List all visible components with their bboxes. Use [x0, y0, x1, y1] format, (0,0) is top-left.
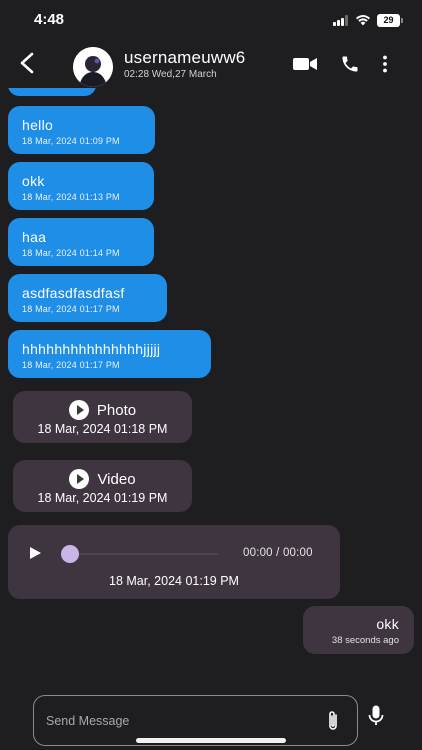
play-icon[interactable] — [68, 400, 89, 420]
contact-username: usernameuww6 — [124, 48, 246, 67]
message-time: 18 Mar, 2024 01:17 PM — [22, 304, 120, 314]
message-bubble[interactable]: asdfasdfasdfasf 18 Mar, 2024 01:17 PM — [8, 274, 167, 322]
message-bubble[interactable]: hhhhhhhhhhhhhhhjjjjj 18 Mar, 2024 01:17 … — [8, 330, 211, 378]
battery-level: 29 — [377, 14, 400, 27]
cellular-signal-icon — [333, 15, 350, 26]
status-time: 4:48 — [34, 11, 65, 28]
message-bubble[interactable]: hello 18 Mar, 2024 01:09 PM — [8, 106, 155, 154]
photo-message[interactable]: Photo 18 Mar, 2024 01:18 PM — [13, 391, 192, 443]
play-icon[interactable] — [69, 469, 90, 489]
message-text: asdfasdfasdfasf — [22, 285, 125, 301]
media-label: Photo — [96, 401, 137, 419]
message-bubble-partial — [8, 88, 96, 96]
message-time: 18 Mar, 2024 01:17 PM — [22, 360, 120, 370]
video-camera-icon[interactable] — [293, 56, 317, 72]
message-time: 18 Mar, 2024 01:09 PM — [22, 136, 120, 146]
chat-header: usernameuww6 02:28 Wed,27 March — [0, 40, 422, 88]
wifi-icon — [356, 15, 370, 26]
message-text: haa — [22, 229, 47, 245]
message-input[interactable] — [46, 711, 306, 731]
home-indicator — [136, 738, 286, 743]
message-time: 18 Mar, 2024 01:13 PM — [22, 192, 120, 202]
message-bubble[interactable]: okk 18 Mar, 2024 01:13 PM — [8, 162, 154, 210]
message-bubble[interactable]: haa 18 Mar, 2024 01:14 PM — [8, 218, 154, 266]
message-time: 38 seconds ago — [331, 635, 399, 646]
message-text: okk — [22, 173, 45, 189]
microphone-icon[interactable] — [368, 705, 384, 727]
audio-seek-track[interactable] — [70, 553, 218, 555]
avatar-image — [73, 47, 113, 87]
status-bar: 4:48 29 — [0, 0, 422, 40]
message-text: okk — [376, 616, 399, 632]
media-label: Video — [97, 470, 136, 488]
phone-icon[interactable] — [340, 54, 360, 74]
last-seen-text: 02:28 Wed,27 March — [124, 69, 217, 80]
avatar[interactable] — [73, 47, 113, 87]
back-arrow-icon[interactable] — [18, 52, 38, 74]
message-text: hello — [22, 117, 54, 133]
message-time: 18 Mar, 2024 01:14 PM — [22, 248, 120, 258]
chat-screen: 4:48 29 usernameuww6 02:28 Wed,27 March … — [0, 0, 422, 750]
audio-message[interactable]: 00:00 / 00:00 18 Mar, 2024 01:19 PM — [8, 525, 340, 599]
message-time: 18 Mar, 2024 01:19 PM — [109, 574, 239, 588]
audio-duration: 00:00 / 00:00 — [243, 547, 313, 559]
more-vertical-icon[interactable] — [381, 55, 389, 73]
message-time: 18 Mar, 2024 01:19 PM — [37, 491, 168, 505]
message-list[interactable]: hello 18 Mar, 2024 01:09 PM okk 18 Mar, … — [0, 88, 422, 678]
audio-play-icon[interactable] — [30, 547, 41, 559]
sent-message-bubble[interactable]: okk 38 seconds ago — [303, 606, 414, 654]
paperclip-icon[interactable] — [326, 709, 340, 733]
video-message[interactable]: Video 18 Mar, 2024 01:19 PM — [13, 460, 192, 512]
audio-seek-handle[interactable] — [61, 545, 79, 563]
message-time: 18 Mar, 2024 01:18 PM — [37, 422, 168, 436]
message-text: hhhhhhhhhhhhhhhjjjjj — [22, 341, 161, 357]
battery-icon: 29 — [377, 14, 403, 27]
